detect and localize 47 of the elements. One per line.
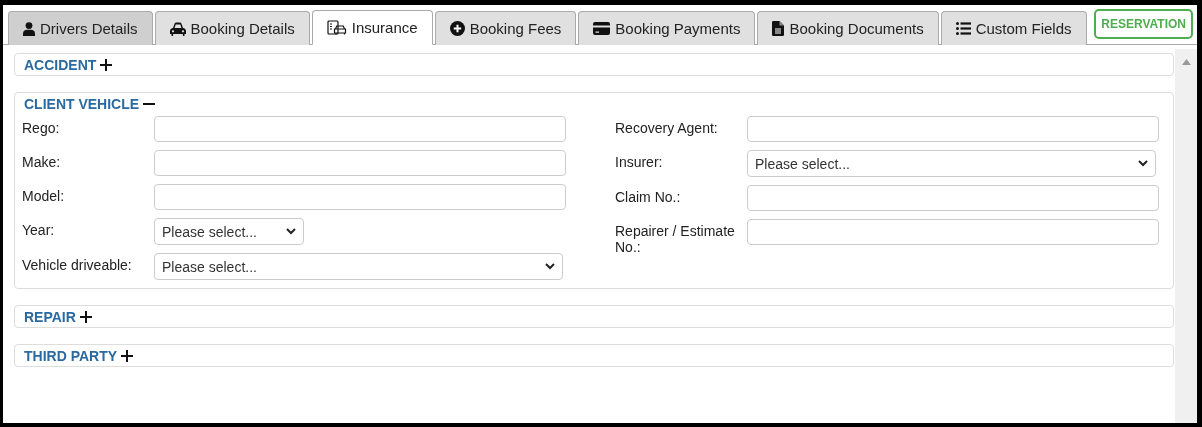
card-icon xyxy=(593,22,611,35)
plus-circle-icon xyxy=(449,21,465,36)
plus-icon[interactable] xyxy=(121,349,134,362)
scroll-up-icon[interactable] xyxy=(1181,59,1191,65)
select-value: Please select... xyxy=(162,223,257,240)
field-label: Repairer / Estimate No.: xyxy=(615,222,736,255)
select-field[interactable]: Please select... xyxy=(154,253,563,280)
chevron-down-icon xyxy=(286,228,296,235)
plus-icon[interactable] xyxy=(100,58,113,71)
tab[interactable]: Insurance xyxy=(311,10,433,45)
chevron-down-icon xyxy=(1138,160,1148,167)
tab[interactable]: Booking Payments xyxy=(578,11,756,45)
select-value: Please select... xyxy=(162,258,257,275)
tab[interactable]: Drivers Details xyxy=(8,11,153,45)
tab[interactable]: Booking Details xyxy=(154,11,310,45)
plus-icon[interactable] xyxy=(79,310,92,323)
tab[interactable]: Booking Fees xyxy=(434,11,577,45)
tab[interactable]: Booking Documents xyxy=(757,11,939,45)
select-field[interactable]: Please select... xyxy=(747,150,1156,177)
scrollbar[interactable] xyxy=(1175,49,1197,423)
section-title[interactable]: CLIENT VEHICLE xyxy=(24,95,140,112)
select-value: Please select... xyxy=(755,155,850,172)
chevron-down-icon xyxy=(545,263,555,270)
select-field[interactable]: Please select... xyxy=(154,218,304,245)
list-icon xyxy=(955,22,971,35)
field-label: Make: xyxy=(22,153,62,170)
section-title[interactable]: REPAIR xyxy=(24,308,76,325)
text-field[interactable] xyxy=(154,150,566,176)
person-icon xyxy=(23,21,35,36)
field-label: Year: xyxy=(22,221,56,238)
tab[interactable]: Custom Fields xyxy=(940,11,1087,45)
text-field[interactable] xyxy=(747,185,1159,211)
text-field[interactable] xyxy=(747,219,1159,245)
text-field[interactable] xyxy=(154,184,566,210)
text-field[interactable] xyxy=(747,116,1159,142)
field-label: Recovery Agent: xyxy=(615,119,719,136)
field-label: Claim No.: xyxy=(615,188,682,205)
section-title[interactable]: ACCIDENT xyxy=(24,56,97,73)
field-label: Vehicle driveable: xyxy=(22,256,133,273)
text-field[interactable] xyxy=(154,116,566,142)
car-icon xyxy=(169,21,186,36)
field-label: Rego: xyxy=(22,119,61,136)
field-label: Model: xyxy=(22,187,66,204)
field-label: Insurer: xyxy=(615,153,664,170)
card-car-icon xyxy=(326,20,347,35)
document-icon xyxy=(772,21,785,36)
section-title[interactable]: THIRD PARTY xyxy=(24,347,118,364)
